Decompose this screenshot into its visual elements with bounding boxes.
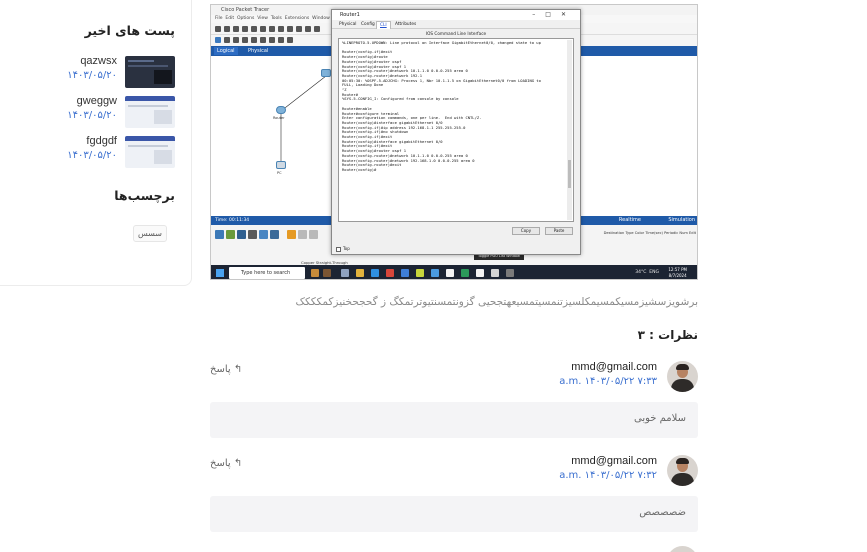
post-thumbnail[interactable] [125,136,175,168]
comment-author: mmd@gmail.com [571,455,657,467]
console-line: %LINEPROTO-5-UPDOWN: Line protocol on In… [342,40,541,45]
post-date: ۱۴۰۳/۰۵/۲۰ [67,150,117,161]
reply-button[interactable]: ↰ پاسخ [210,458,242,469]
windows-start-icon [216,269,224,277]
pdu-columns: Destination Type Color Time(sec) Periodi… [603,231,696,235]
tags-title: برچسب‌ها [114,188,175,203]
avatar [667,546,698,552]
paste-button: Paste [545,227,573,235]
menu-item: Options [237,16,255,21]
tab-config: Config [361,22,375,27]
comment-text: ضصصصص [639,507,686,518]
time-label: Time: 00:11:34 [215,218,250,223]
language-text: ENG [649,270,659,275]
post-date: ۱۴۰۳/۰۵/۲۰ [67,70,117,81]
tab-attributes: Attributes [395,22,417,27]
menu-item: Tools [270,16,282,21]
console-line: Router(config)# [342,166,377,172]
menu-item: View [257,16,268,21]
tab-physical: Physical [339,22,357,27]
comment-text: سلامم خوبی [633,413,686,424]
system-tray: 34°C ENG [635,269,659,277]
recent-post-item[interactable]: gweggw ۱۴۰۳/۰۵/۲۰ [15,95,175,128]
realtime-label: Realtime [618,217,641,223]
window-controls: –□✕ [532,11,576,18]
router-tabs: Physical Config CLI Attributes [332,20,580,29]
post-date: ۱۴۰۳/۰۵/۲۰ [67,110,117,121]
reply-icon: ↰ [233,364,243,375]
router-window: Router1 –□✕ Physical Config CLI Attribut… [331,9,581,255]
reply-icon: ↰ [233,458,243,469]
reply-label: پاسخ [210,364,231,375]
pc-node-icon [276,161,286,169]
top-checkbox: Top [336,246,350,252]
router-node-icon [321,69,331,77]
page: پست های اخیر qazwsx ۱۴۰۳/۰۵/۲۰ gweggw ۱۴… [0,0,867,552]
menu-item: Extensions [284,16,310,21]
post-title[interactable]: fgdgdf [86,135,117,147]
reply-label: پاسخ [210,458,231,469]
console-scrollbar [567,40,572,220]
menu-item: File [215,16,223,21]
sidebar: پست های اخیر qazwsx ۱۴۰۳/۰۵/۲۰ gweggw ۱۴… [0,0,192,286]
avatar [667,455,698,486]
comment-body: ضصصصص [210,496,698,532]
comment-date: a.m. ۱۴۰۳/۰۵/۲۲ ۷:۳۳ [559,376,657,387]
post-screenshot-image: Cisco Packet Tracer File Edit Options Vi… [210,4,698,280]
copy-button: Copy [512,227,540,235]
taskbar-search: Type here to search [229,267,305,279]
physical-tab: Physical [245,47,272,55]
post-thumbnail[interactable] [125,96,175,128]
windows-taskbar: Type here to search 34°C ENG 12:57 PM 8/7… [211,265,697,279]
comments-title: نظرات : ۳ [637,328,698,342]
cli-console: %LINEPROTO-5-UPDOWN: Line protocol on In… [338,38,574,222]
router-node-icon [276,106,286,114]
comment-date: a.m. ۱۴۰۳/۰۵/۲۲ ۷:۳۲ [559,470,657,481]
comment-author: mmd@gmail.com [571,361,657,373]
comment-body: سلامم خوبی [210,402,698,438]
reply-button[interactable]: ↰ پاسخ [210,364,242,375]
node-label: PC [277,171,282,175]
post-title[interactable]: qazwsx [80,55,117,67]
menu-item: Window [312,16,330,21]
taskbar-clock: 12:57 PM 8/7/2024 [668,267,687,279]
tab-cli: CLI [376,21,391,29]
top-label: Top [343,246,350,251]
post-title[interactable]: gweggw [77,95,117,107]
recent-posts-title: پست های اخیر [84,23,175,38]
tag-chip[interactable]: سسس [133,225,167,242]
simulation-label: Simulation [668,217,695,223]
post-content: برشویزسشیزمسیکمسیمکلسیزتنمسیتمسیعهتجحیی … [295,296,698,308]
recent-post-item[interactable]: qazwsx ۱۴۰۳/۰۵/۲۰ [15,55,175,88]
node-label: Router [273,116,285,120]
menu-item: Edit [225,16,235,21]
recent-post-item[interactable]: fgdgdf ۱۴۰۳/۰۵/۲۰ [15,135,175,168]
clock-date: 8/7/2024 [668,273,687,278]
logical-tab: Logical [214,47,238,55]
weather-text: 34°C [635,270,647,275]
avatar [667,361,698,392]
cli-header: IOS Command Line Interface [425,31,487,36]
post-thumbnail[interactable] [125,56,175,88]
